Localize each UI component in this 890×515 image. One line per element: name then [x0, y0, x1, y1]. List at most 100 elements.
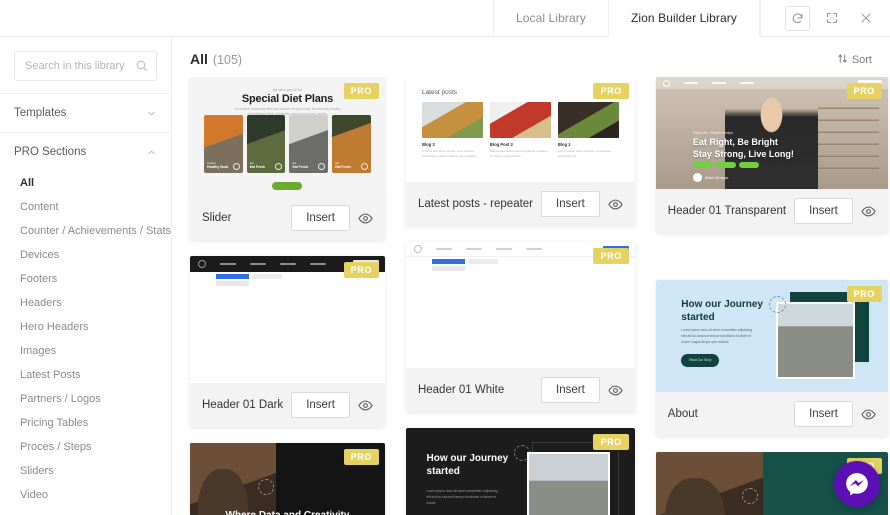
- sidebar-item-counter-achievements-stats[interactable]: Counter / Achievements / Stats: [0, 219, 171, 243]
- sort-button[interactable]: Sort: [837, 53, 872, 67]
- slider-cell-caption: Eat Eat Fresh: [292, 162, 307, 169]
- mock-nav-item: [310, 262, 326, 266]
- sidebar-item-images[interactable]: Images: [0, 339, 171, 363]
- plus-icon: [360, 163, 368, 170]
- slider-cell-tag: Healthy: [207, 162, 216, 165]
- library-modal: Local Library Zion Builder Library Searc…: [0, 0, 890, 515]
- sidebar-item-hero-headers[interactable]: Hero Headers: [0, 315, 171, 339]
- insert-button[interactable]: Insert: [794, 198, 853, 224]
- mock-nav-item: [250, 262, 266, 266]
- mock-nav-item: [739, 81, 754, 85]
- sidebar-item-partners-label: Partners / Logos: [20, 393, 101, 405]
- slider-cell-caption: Healthy Healthy Bowl: [207, 162, 228, 169]
- mock-nav-item: [280, 262, 296, 266]
- template-card-header-01-transparent[interactable]: PRO Pasta Mix - Protein Recipe Eat Right…: [655, 77, 888, 233]
- template-card-header-01-white[interactable]: PRO Header 01 White Insert: [405, 242, 635, 412]
- mock-logo-icon: [413, 245, 422, 253]
- card-title: Header 01 White: [417, 384, 505, 396]
- refresh-icon[interactable]: [785, 5, 810, 31]
- sidebar-item-partners-logos[interactable]: Partners / Logos: [0, 387, 171, 411]
- library-main: All (105) Sort PRO be who you'd be Speci…: [172, 37, 890, 515]
- card-footer: Header 01 Dark Insert: [190, 383, 385, 427]
- preview-icon[interactable]: [608, 197, 623, 212]
- mock-logo-icon: [198, 260, 206, 268]
- mock-side-block: [252, 274, 282, 279]
- search-container: [0, 37, 171, 93]
- template-thumbnail[interactable]: PRO: [405, 242, 635, 368]
- search-input[interactable]: [25, 60, 130, 72]
- preview-icon[interactable]: [861, 407, 876, 422]
- tab-zion-builder-library[interactable]: Zion Builder Library: [608, 0, 760, 37]
- mock-heading-line1: Where Data and Creativity: [226, 510, 350, 515]
- template-card-slider[interactable]: PRO be who you'd be Special Diet Plans O…: [190, 77, 385, 240]
- template-card-journey-dark[interactable]: PRO How our Journey started Lorem ipsum …: [405, 428, 635, 515]
- template-thumbnail[interactable]: PRO: [190, 256, 385, 383]
- preview-icon[interactable]: [358, 398, 373, 413]
- sidebar-group-pro-sections-label: PRO Sections: [14, 146, 87, 158]
- insert-button[interactable]: Insert: [794, 401, 853, 427]
- mock-heading: How our Journey started: [681, 298, 763, 324]
- template-card-about[interactable]: PRO How our Journey started Lorem ipsum …: [655, 280, 888, 436]
- sidebar-item-footers[interactable]: Footers: [0, 267, 171, 291]
- insert-button[interactable]: Insert: [291, 392, 350, 418]
- mock-nav-item: [683, 81, 698, 85]
- tab-local-library-label: Local Library: [515, 11, 586, 25]
- template-thumbnail[interactable]: PRO How our Journey started Lorem ipsum …: [655, 280, 888, 392]
- preview-icon[interactable]: [358, 211, 373, 226]
- chevron-up-icon: [146, 147, 157, 158]
- sidebar-item-latest-posts[interactable]: Latest Posts: [0, 363, 171, 387]
- messenger-chat-bubble[interactable]: [834, 461, 880, 507]
- template-card-header-01-dark[interactable]: PRO Header 01 Dark Insert: [190, 256, 385, 427]
- mock-post-excerpt: Ut enim ad minim veniam, quis nostrud ex…: [421, 149, 478, 159]
- template-card-latest-posts-repeater[interactable]: PRO Latest posts Blog 3 Ut enim ad minim…: [405, 77, 635, 226]
- sidebar-item-proces-label: Proces / Steps: [20, 441, 92, 453]
- template-thumbnail[interactable]: PRO be who you'd be Special Diet Plans O…: [190, 77, 385, 196]
- sidebar-item-video-label: Video: [20, 489, 48, 501]
- preview-icon[interactable]: [608, 383, 623, 398]
- sidebar-group-pro-sections-header[interactable]: PRO Sections: [0, 133, 171, 171]
- pro-badge: PRO: [846, 83, 882, 99]
- template-thumbnail[interactable]: PRO Pasta Mix - Protein Recipe Eat Right…: [655, 77, 888, 189]
- close-icon[interactable]: [854, 6, 878, 30]
- template-card-data-creativity-dark[interactable]: PRO Where Data and Creativity Come Toget…: [190, 443, 385, 515]
- pro-badge: PRO: [343, 83, 379, 99]
- template-thumbnail[interactable]: PRO Where Data and Creativity Come Toget…: [190, 443, 385, 515]
- mock-heading: Where Data and Creativity Come Together: [190, 509, 385, 515]
- sidebar-item-sliders[interactable]: Sliders: [0, 459, 171, 483]
- preview-icon[interactable]: [861, 204, 876, 219]
- insert-button[interactable]: Insert: [291, 205, 350, 231]
- pro-badge: PRO: [593, 434, 629, 450]
- tab-local-library[interactable]: Local Library: [492, 0, 609, 36]
- mock-post-excerpt: Sed do eiusmod tempor incididunt ut labo…: [489, 149, 548, 159]
- sidebar-item-video[interactable]: Video: [0, 483, 171, 507]
- card-footer: Latest posts - repeater Insert: [405, 182, 635, 226]
- slider-cell-name: Eat Fresh: [292, 165, 308, 169]
- sidebar-item-images-label: Images: [20, 345, 57, 357]
- template-thumbnail[interactable]: PRO Latest posts Blog 3 Ut enim ad minim…: [405, 77, 635, 182]
- sidebar-item-headers[interactable]: Headers: [0, 291, 171, 315]
- template-thumbnail[interactable]: PRO How our Journey started Lorem ipsum …: [405, 428, 635, 515]
- insert-button[interactable]: Insert: [541, 377, 600, 403]
- sidebar-item-devices-label: Devices: [20, 249, 60, 261]
- card-title: Header 01 Dark: [202, 399, 284, 411]
- sidebar-item-content[interactable]: Content: [0, 195, 171, 219]
- mock-post-image: [421, 102, 483, 138]
- mock-nav-item: [465, 247, 482, 251]
- search-box[interactable]: [14, 51, 157, 81]
- card-title: About: [667, 408, 698, 420]
- sidebar-item-latest-posts-label: Latest Posts: [20, 369, 81, 381]
- mock-photo: [527, 452, 610, 515]
- tab-zion-builder-library-label: Zion Builder Library: [630, 11, 737, 25]
- sidebar-item-proces-steps[interactable]: Proces / Steps: [0, 435, 171, 459]
- sidebar-item-devices[interactable]: Devices: [0, 243, 171, 267]
- library-sidebar: Templates PRO Sections All Content: [0, 37, 172, 515]
- sidebar-item-all[interactable]: All: [0, 171, 171, 195]
- grid-column-3: PRO Pasta Mix - Protein Recipe Eat Right…: [655, 77, 888, 515]
- expand-icon[interactable]: [820, 6, 844, 30]
- sidebar-item-counter-label: Counter / Achievements / Stats: [20, 225, 172, 237]
- sidebar-group-templates: Templates: [0, 93, 171, 132]
- sidebar-item-pricing-tables[interactable]: Pricing Tables: [0, 411, 171, 435]
- sidebar-group-templates-header[interactable]: Templates: [0, 94, 171, 132]
- insert-button[interactable]: Insert: [541, 191, 600, 217]
- card-title: Slider: [202, 212, 232, 224]
